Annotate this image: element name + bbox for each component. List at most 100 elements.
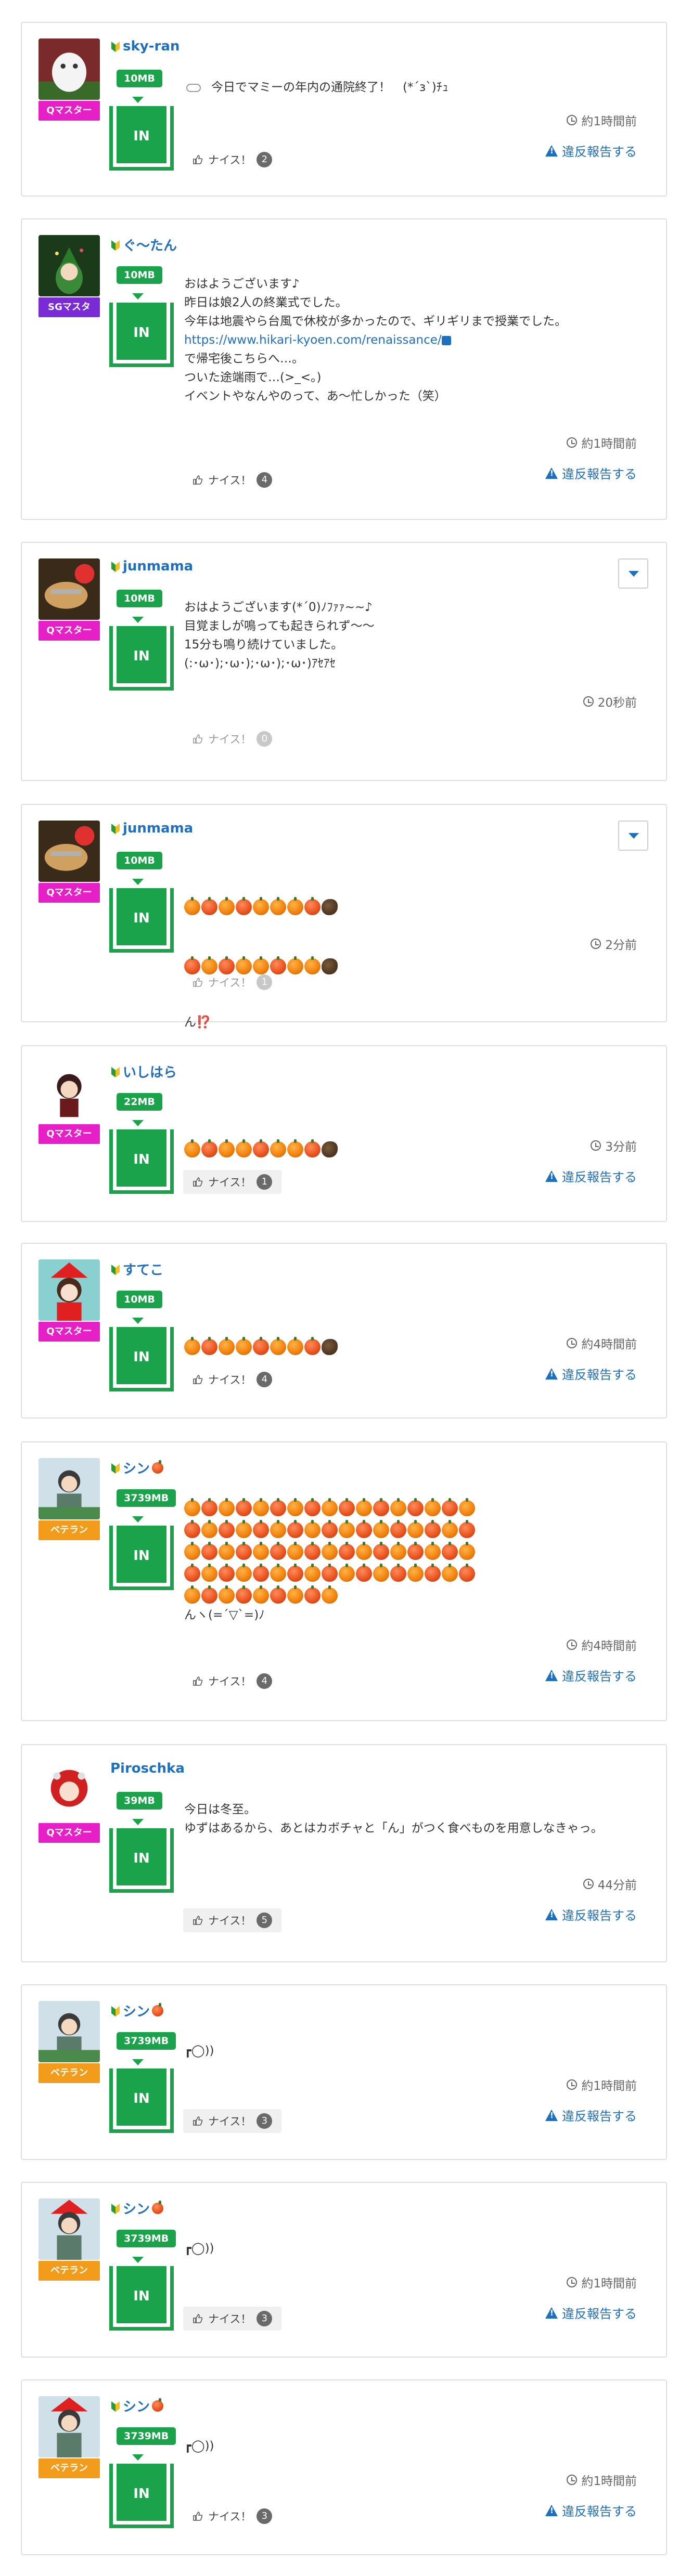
in-box: IN [109, 2266, 174, 2331]
avatar[interactable] [39, 558, 100, 620]
report-link[interactable]: 違反報告する [545, 141, 637, 160]
nice-button[interactable]: ナイス！ 4 [183, 468, 281, 492]
nice-label: ナイス！ [208, 474, 252, 487]
report-link[interactable]: 違反報告する [545, 2501, 637, 2519]
arrow-down-icon [132, 879, 144, 885]
tangerine-icon [184, 1139, 200, 1157]
nice-button[interactable]: ナイス！ 3 [183, 2504, 281, 2528]
clock-icon [583, 1879, 594, 1889]
user-name-link[interactable]: シン [110, 2198, 164, 2218]
nice-label: ナイス！ [208, 733, 252, 746]
user-name-link[interactable]: シン [110, 2396, 164, 2415]
avatar[interactable] [39, 821, 100, 882]
time-label: 約4時間前 [581, 1338, 637, 1351]
user-name-link[interactable]: ぐ〜たん [110, 235, 177, 254]
tangerine-icon [270, 1585, 286, 1604]
nice-button[interactable]: ナイス！ 3 [183, 2109, 282, 2133]
report-link[interactable]: 違反報告する [545, 2106, 637, 2124]
tangerine-icon [304, 1519, 321, 1538]
user-name: junmama [123, 558, 194, 574]
data-size-badge: 3739MB [117, 1489, 176, 1507]
nice-button[interactable]: ナイス！ 4 [183, 1368, 281, 1391]
tangerine-icon [219, 1336, 235, 1355]
thumbs-up-icon [193, 1916, 203, 1925]
tangerine-icon [287, 1519, 303, 1538]
avatar[interactable] [39, 2396, 100, 2457]
tangerine-icon [184, 896, 200, 915]
post-card: Qマスター いしはら 22MB IN 3分前 違反報告する ナイス！ 1 [21, 1045, 667, 1222]
nice-button[interactable]: ナイス！ 5 [183, 1908, 282, 1932]
tangerine-icon [184, 1336, 200, 1355]
external-link[interactable]: https://www.hikari-kyoen.com/renaissance… [184, 333, 442, 347]
avatar[interactable] [39, 2198, 100, 2260]
user-name: Piroschka [110, 1761, 185, 1776]
user-name-link[interactable]: シン [110, 1458, 164, 1477]
report-link[interactable]: 違反報告する [545, 2304, 637, 2322]
tangerine-icon [287, 896, 303, 915]
nice-button[interactable]: ナイス！ 1 [183, 1170, 282, 1194]
avatar[interactable] [39, 1259, 100, 1321]
tangerine-icon [390, 1519, 406, 1538]
report-link[interactable]: 違反報告する [545, 1905, 637, 1923]
external-link-icon [441, 335, 451, 345]
beginner-leaf-icon [111, 240, 120, 251]
post-time: 約4時間前 [567, 1334, 637, 1352]
user-name-link[interactable]: いしはら [110, 1062, 177, 1081]
in-label: IN [117, 2266, 166, 2323]
clock-icon [567, 437, 578, 448]
nice-button[interactable]: ナイス！ 1 [183, 970, 281, 994]
avatar[interactable] [39, 1458, 100, 1519]
nice-button[interactable]: ナイス！ 3 [183, 2307, 282, 2331]
report-link[interactable]: 違反報告する [545, 1364, 637, 1383]
user-rank-badge: Qマスター [39, 883, 100, 903]
thumbs-up-icon [193, 2116, 203, 2126]
post-card: ベテラン シン 3739MB IN ┏◯)) 約1時間前 違反報告する ナイス！… [21, 1984, 667, 2160]
in-label: IN [117, 1526, 166, 1583]
user-name-link[interactable]: Piroschka [110, 1761, 185, 1776]
arrow-down-icon [132, 617, 144, 623]
avatar[interactable] [39, 1062, 100, 1123]
nice-button[interactable]: ナイス！ 4 [183, 1669, 281, 1693]
tangerine-icon [236, 1585, 252, 1604]
avatar[interactable] [39, 38, 100, 100]
in-box: IN [109, 1828, 174, 1893]
user-rank-badge: ベテラン [39, 2458, 100, 2478]
user-name-link[interactable]: すてこ [110, 1259, 163, 1279]
report-link[interactable]: 違反報告する [545, 464, 637, 482]
user-name-link[interactable]: シン [110, 2001, 164, 2020]
report-link[interactable]: 違反報告する [545, 1167, 637, 1185]
time-label: 2分前 [605, 939, 637, 952]
thumbs-up-icon [193, 978, 203, 987]
tangerine-icon [270, 1498, 286, 1516]
user-name-link[interactable]: sky-ran [110, 38, 180, 54]
tangerine-icon [390, 1498, 406, 1516]
tangerine-icon [152, 2398, 164, 2412]
tangerine-icon [253, 1519, 269, 1538]
text-line: イベントやなんやのって、あ〜忙しかった（笑） [184, 389, 446, 403]
tangerine-icon [356, 1563, 372, 1582]
tangerine-icon [152, 1460, 164, 1474]
nice-button[interactable]: ナイス！ 0 [183, 727, 281, 751]
in-box: IN [109, 303, 174, 367]
arrow-down-icon [132, 293, 144, 300]
avatar[interactable] [39, 1761, 100, 1822]
nice-label: ナイス！ [208, 1915, 252, 1927]
tangerine-icon [373, 1498, 389, 1516]
tangerine-icon [236, 1519, 252, 1538]
user-name-link[interactable]: junmama [110, 821, 193, 836]
nice-count: 4 [257, 1372, 273, 1387]
report-label: 違反報告する [562, 2504, 637, 2519]
tangerine-icon [236, 896, 252, 915]
report-link[interactable]: 違反報告する [545, 1666, 637, 1684]
clock-icon [583, 696, 594, 707]
user-name-link[interactable]: junmama [110, 558, 193, 574]
nice-button[interactable]: ナイス！ 2 [183, 148, 281, 172]
avatar[interactable] [39, 2001, 100, 2062]
tangerine-icon [407, 1498, 424, 1516]
tangerine-icon [219, 1498, 235, 1516]
warning-icon [545, 1170, 558, 1182]
avatar[interactable] [39, 235, 100, 296]
post-menu-dropdown[interactable] [618, 821, 648, 851]
post-menu-dropdown[interactable] [618, 558, 648, 589]
report-label: 違反報告する [562, 1669, 637, 1684]
